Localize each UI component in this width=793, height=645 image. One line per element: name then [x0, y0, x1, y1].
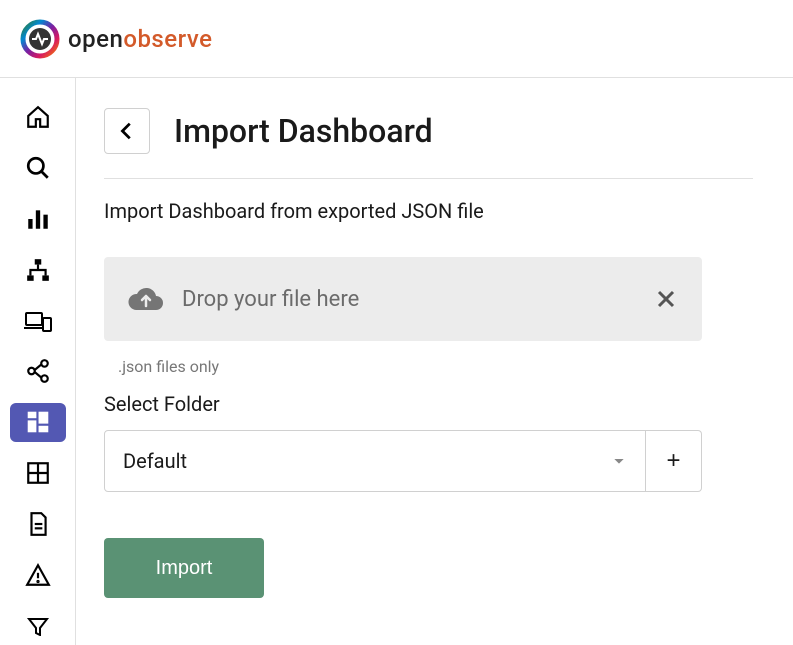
brand-name: openobserve — [68, 25, 212, 53]
search-icon — [25, 155, 51, 181]
brand-logo[interactable]: openobserve — [20, 19, 212, 59]
home-icon — [25, 104, 51, 130]
sidebar-item-search[interactable] — [10, 149, 66, 188]
dropzone-placeholder: Drop your file here — [182, 287, 359, 312]
logo-mark-icon — [20, 19, 60, 59]
folder-field-label: Select Folder — [104, 392, 753, 416]
sidebar-item-traces[interactable] — [10, 250, 66, 289]
dropzone-clear-button[interactable] — [654, 287, 678, 311]
close-icon — [654, 287, 678, 311]
sidebar-item-metrics[interactable] — [10, 454, 66, 493]
tree-icon — [25, 257, 51, 283]
bar-chart-icon — [25, 206, 51, 232]
add-folder-button[interactable]: + — [646, 430, 702, 492]
sidebar-item-filters[interactable] — [10, 606, 66, 645]
folder-selected-value: Default — [123, 449, 187, 473]
document-icon — [25, 511, 51, 537]
sidebar-item-alerts[interactable] — [10, 555, 66, 594]
grid-icon — [25, 460, 51, 486]
folder-select[interactable]: Default — [104, 430, 646, 492]
sidebar-item-pipelines[interactable] — [10, 352, 66, 391]
chevron-down-icon — [611, 453, 627, 469]
back-button[interactable] — [104, 108, 150, 154]
chevron-left-icon — [116, 120, 138, 142]
cloud-upload-icon — [128, 284, 164, 314]
alert-icon — [25, 562, 51, 588]
page-title: Import Dashboard — [174, 112, 433, 150]
share-icon — [25, 358, 51, 384]
filter-icon — [25, 616, 51, 636]
file-dropzone[interactable]: Drop your file here — [104, 257, 702, 341]
import-button[interactable]: Import — [104, 538, 264, 598]
sidebar-item-home[interactable] — [10, 98, 66, 137]
filetype-hint: .json files only — [118, 357, 753, 376]
sidebar-item-logs[interactable] — [10, 200, 66, 239]
app-header: openobserve — [0, 0, 793, 78]
page-subtitle: Import Dashboard from exported JSON file — [104, 199, 753, 223]
sidebar-item-dashboards[interactable] — [10, 403, 66, 442]
sidebar-item-reports[interactable] — [10, 505, 66, 544]
devices-icon — [24, 308, 52, 334]
main-content: Import Dashboard Import Dashboard from e… — [76, 78, 793, 645]
dashboard-icon — [25, 409, 51, 435]
sidebar-item-devices[interactable] — [10, 301, 66, 340]
sidebar-nav — [0, 78, 76, 645]
